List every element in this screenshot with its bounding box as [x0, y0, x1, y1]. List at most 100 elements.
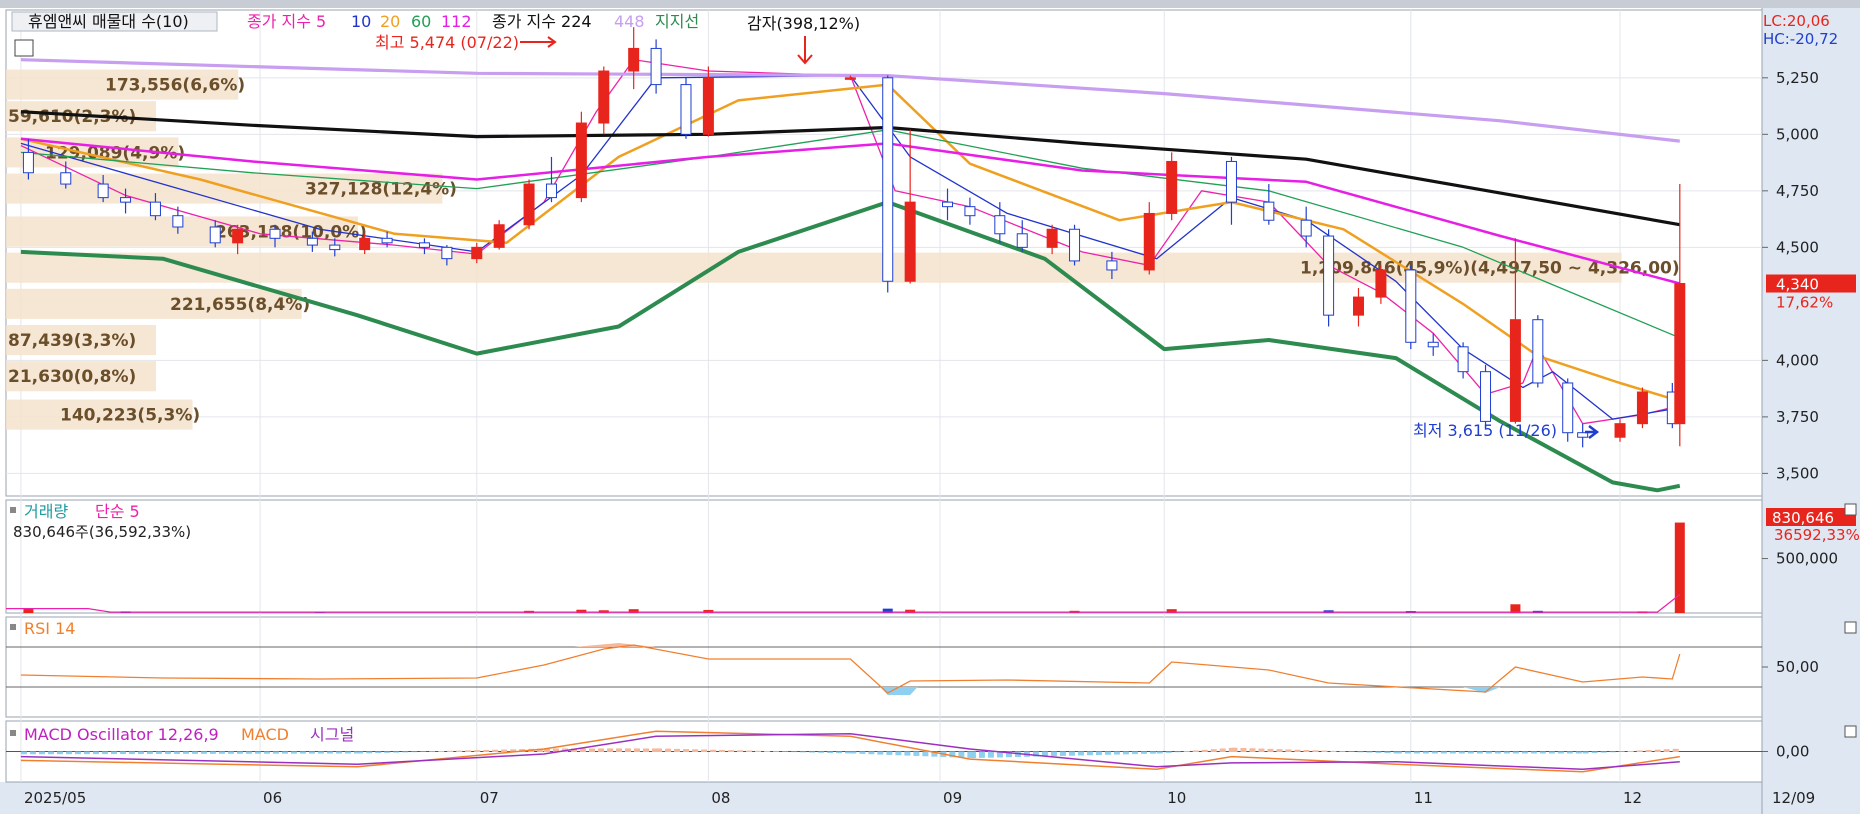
candle-body [97, 183, 109, 199]
candle-body [1263, 201, 1275, 221]
time-axis-label: 08 [711, 789, 730, 807]
macd-oscillator-bar [1521, 751, 1528, 754]
volume-current-pct: 36592,33% [1774, 526, 1860, 544]
macd-oscillator-bar [692, 749, 699, 752]
macd-oscillator-bar [1068, 751, 1075, 756]
price-tick-label: 5,000 [1776, 125, 1819, 143]
macd-oscillator-bar [1566, 751, 1573, 754]
macd-oscillator-bar [447, 750, 454, 752]
candle-body [1106, 260, 1118, 271]
candle-body [1016, 233, 1028, 248]
candle-body [1375, 269, 1387, 298]
macd-oscillator-bar [1050, 751, 1057, 757]
macd-oscillator-bar [1636, 750, 1643, 752]
macd-oscillator-bar [625, 748, 632, 752]
candle-body [441, 246, 453, 260]
macd-oscillator-bar [1258, 748, 1265, 752]
price-tick-label: 3,750 [1776, 408, 1819, 426]
candle-body [575, 122, 587, 199]
volume-title: 거래량 [24, 502, 68, 521]
panel-close-icon[interactable] [1844, 621, 1857, 634]
macd-oscillator-bar [1174, 751, 1181, 753]
macd-oscillator-bar [83, 751, 90, 755]
macd-oscillator-bar [1192, 750, 1199, 752]
macd-oscillator-bar [580, 748, 587, 752]
macd-oscillator-bar [245, 751, 252, 754]
current-price-label: 4,340 [1776, 276, 1819, 294]
volume-panel-marker-icon [10, 507, 16, 513]
macd-oscillator-bar [326, 751, 333, 754]
macd-oscillator-bar [845, 751, 852, 754]
macd-oscillator-bar [1113, 751, 1120, 755]
macd-oscillator-bar [665, 748, 672, 752]
macd-oscillator-bar [1618, 751, 1625, 752]
candle-body [22, 151, 34, 174]
volume-info: 830,646주(36,592,33%) [13, 523, 191, 541]
macd-oscillator-bar [456, 750, 463, 752]
macd-oscillator-bar [987, 751, 994, 758]
macd-oscillator-bar [272, 751, 279, 754]
macd-oscillator-bar [836, 751, 843, 754]
macd-oscillator-bar [1240, 747, 1247, 752]
macd-oscillator-bar [101, 751, 108, 755]
macd-oscillator-bar [366, 751, 373, 754]
rsi-panel-marker-icon [10, 624, 16, 630]
high-annotation: 최고 5,474 (07/22) [375, 33, 519, 52]
macd-oscillator-bar [1149, 751, 1156, 754]
macd-oscillator-bar [411, 751, 418, 753]
stock-name-label: 휴엠앤씨 매물대 수(10) [28, 12, 189, 31]
time-axis-label: 12 [1623, 789, 1642, 807]
macd-oscillator-bar [92, 751, 99, 755]
signal-label: 시그널 [310, 725, 354, 744]
volume-profile-label: 87,439(3,3%) [8, 331, 136, 351]
macd-oscillator-bar [173, 751, 180, 754]
macd-oscillator-bar [308, 751, 315, 754]
candle-body [1300, 219, 1312, 237]
volume-current-label: 830,646 [1772, 509, 1834, 527]
macd-oscillator-bar [683, 749, 690, 752]
macd-oscillator-bar [1231, 747, 1238, 752]
macd-title: MACD Oscillator 12,26,9 [24, 725, 219, 744]
candle-body [381, 237, 393, 244]
macd-oscillator-bar [137, 751, 144, 755]
macd-oscillator-bar [209, 751, 216, 754]
macd-oscillator-bar [895, 751, 902, 756]
candle-body [1143, 212, 1155, 271]
candle-body [1405, 269, 1417, 343]
panel-close-icon[interactable] [1844, 725, 1857, 738]
macd-oscillator-bar [1582, 751, 1589, 754]
ma-period-label: 60 [411, 12, 431, 31]
low-annotation: 최저 3,615 (11/26) [1413, 421, 1557, 440]
candle-body [149, 201, 161, 217]
ma-label: 종가 지수 5 [247, 12, 326, 31]
macd-oscillator-bar [1627, 750, 1634, 752]
candle-body [1562, 382, 1574, 434]
macd-oscillator-bar [764, 750, 771, 752]
candle-body [1352, 296, 1364, 316]
macd-oscillator-bar [164, 751, 171, 754]
macd-oscillator-bar [634, 748, 641, 752]
stock-chart[interactable]: 2025/05 06 07 08 09 10 11 12 12/09 5,250 5,000 4,75… [0, 0, 1860, 814]
panel-close-icon[interactable] [1844, 503, 1857, 516]
candle-body [964, 206, 976, 217]
ma-448-label: 448 [614, 12, 645, 31]
macd-oscillator-bar [74, 751, 81, 755]
toolbar-strip [0, 0, 1860, 8]
macd-oscillator-bar [868, 751, 875, 755]
macd-oscillator-bar [1431, 751, 1438, 754]
macd-oscillator-bar [420, 751, 427, 752]
macd-oscillator-bar [38, 751, 45, 755]
volume-profile-label: 173,556(6,6%) [105, 76, 245, 96]
support-label: 지지선 [655, 12, 699, 31]
macd-oscillator-bar [1539, 751, 1546, 754]
hc-label: HC:-20,72 [1763, 30, 1838, 48]
macd-oscillator-bar [1294, 749, 1301, 752]
candle-body [1577, 432, 1589, 438]
macd-oscillator-bar [1339, 751, 1346, 752]
macd-oscillator-bar [65, 751, 72, 755]
macd-oscillator-bar [182, 751, 189, 754]
macd-oscillator-bar [1395, 751, 1402, 754]
macd-oscillator-bar [1609, 751, 1616, 753]
macd-oscillator-bar [119, 751, 126, 755]
grid-icon[interactable] [14, 39, 34, 57]
